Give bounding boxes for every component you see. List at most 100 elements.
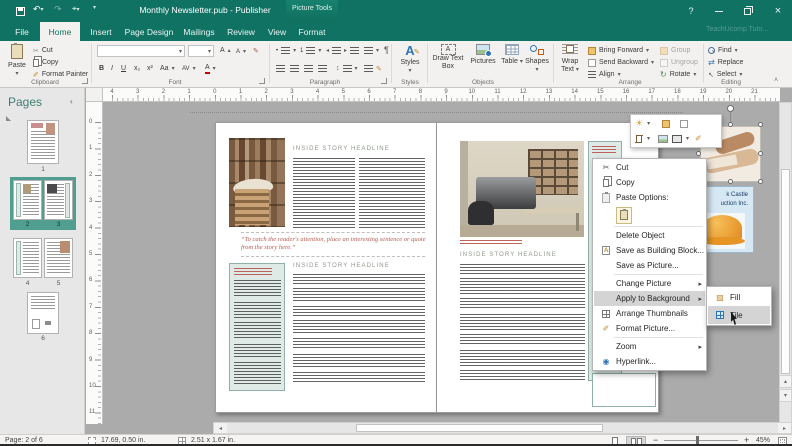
menu-item-save-as-building-block[interactable]: Save as Building Block... [594,243,705,258]
wrap-text-button[interactable]: Wrap Text ▾ [557,44,583,74]
subscript-button[interactable]: x₂ [134,63,140,74]
menu-item-delete-object[interactable]: Delete Object [594,228,705,243]
cut-button[interactable]: ✂ Cut [33,45,53,56]
bullets-button[interactable]: • ▾ [276,45,296,56]
justify-button[interactable] [318,63,327,74]
help-button[interactable]: ? [678,0,704,22]
selection-handle[interactable] [696,151,701,156]
picture-frame-icon[interactable] [672,134,683,143]
table-button[interactable]: Table ▾ [500,44,524,66]
chevron-down-icon[interactable]: ▾ [686,135,689,142]
bring-forward-button[interactable]: Bring Forward ▾ [588,45,649,56]
crop-icon[interactable] [635,134,643,143]
two-page-spread-view-button[interactable] [626,436,646,444]
menu-item-zoom[interactable]: Zoom ▸ [594,339,705,354]
change-picture-icon[interactable] [658,134,669,143]
menu-item-arrange-thumbnails[interactable]: Arrange Thumbnails [594,306,705,321]
object-position[interactable]: 17.69, 0.50 in. [101,437,145,444]
distribute-button[interactable]: ✎ [364,63,382,74]
scroll-left-icon[interactable]: ◂ [214,423,227,433]
page-thumbnail-2-3[interactable]: 2 3 [10,177,76,230]
send-backward-icon[interactable] [680,119,689,128]
styles-button[interactable]: A ✎ Styles ▾ [395,43,425,75]
paste-button[interactable]: Paste ▾ [4,43,30,78]
menu-item-apply-to-background[interactable]: Apply to Background ▸ [594,291,705,306]
draw-text-box-button[interactable]: A Draw Text Box [432,44,464,71]
rotate-handle[interactable] [727,105,734,112]
italic-button[interactable]: I [111,63,113,74]
shrink-font-button[interactable]: A ▾ [236,46,246,57]
bottom-text-box[interactable] [592,373,656,407]
chevron-down-icon[interactable]: ▾ [647,135,650,142]
close-button[interactable]: × [764,0,792,22]
numbering-button[interactable]: 1 ▾ [300,45,321,56]
tab-format[interactable]: Format [286,22,338,41]
vertical-ruler[interactable]: 0 1 2 3 4 5 6 7 8 9 10 11 [86,102,103,424]
tab-home[interactable]: Home [40,22,80,41]
tab-insert[interactable]: Insert [84,22,118,41]
qat-customize-button[interactable]: ▾ [93,4,96,11]
underline-button[interactable]: U [121,63,126,74]
shapes-button[interactable]: Shapes ▾ [524,44,550,74]
undo-button[interactable]: ↶ ▾ [33,4,44,15]
clipboard-dialog-launcher[interactable] [82,78,88,84]
corrections-icon[interactable]: ☀ [635,118,643,129]
selection-handle[interactable] [758,122,763,127]
clear-formatting-button[interactable]: ✎ [253,45,259,56]
selection-handle[interactable] [728,122,733,127]
zoom-slider-thumb[interactable] [696,436,699,444]
printer-photo[interactable] [460,141,584,237]
tab-page-design[interactable]: Page Design [122,22,176,41]
object-size[interactable]: 2.51 x 1.67 in. [191,437,235,444]
left-page[interactable]: INSIDE STORY HEADLINE “To catch the read… [215,122,437,413]
paste-option-button[interactable] [594,205,705,225]
bold-button[interactable]: B [99,63,104,74]
align-center-button[interactable] [290,63,299,74]
tab-review[interactable]: Review [222,22,260,41]
grow-font-button[interactable]: A ▴ [220,45,231,56]
zoom-in-button[interactable]: + [744,435,749,444]
save-icon[interactable] [14,5,27,17]
zoom-slider-track[interactable] [664,440,738,441]
chevron-down-icon[interactable]: ▾ [647,120,650,127]
font-size-combo[interactable]: ▾ [188,45,214,57]
group-button[interactable]: Group [660,45,690,56]
vertical-scrollbar-thumb[interactable] [781,169,790,374]
horizontal-scrollbar[interactable]: ◂ ▸ [213,422,792,434]
paragraph-dialog-launcher[interactable] [381,78,387,84]
restore-button[interactable] [734,0,760,22]
format-painter-icon[interactable]: ✐ [695,134,702,143]
superscript-button[interactable]: x² [147,63,153,74]
send-backward-button[interactable]: Send Backward ▾ [588,57,654,68]
decrease-indent-button[interactable]: ◂ [326,45,342,56]
ungroup-button[interactable]: Ungroup [660,57,698,68]
menu-item-save-as-picture[interactable]: Save as Picture... [594,258,705,273]
fit-page-icon[interactable] [778,437,787,444]
collapse-panel-icon[interactable]: ‹ [70,97,73,106]
pull-quote[interactable]: “To catch the reader's attention, place … [241,236,427,252]
menu-item-copy[interactable]: Copy [594,175,705,190]
submenu-item-fill[interactable]: ▨ Fill [708,288,770,306]
selection-handle[interactable] [758,179,763,184]
font-color-button[interactable]: A ▾ [205,63,216,74]
columns-button[interactable]: ▾ [364,45,379,56]
menu-item-hyperlink[interactable]: ◉ Hyperlink... [594,354,705,369]
align-right-button[interactable] [304,63,313,74]
menu-item-change-picture[interactable]: Change Picture ▸ [594,276,705,291]
find-button[interactable]: Find ▾ [708,45,738,56]
font-family-combo[interactable]: ▾ [97,45,185,57]
selection-handle[interactable] [728,179,733,184]
copy-button[interactable]: Copy [33,57,58,68]
menu-item-format-picture[interactable]: ✐ Format Picture... [594,321,705,336]
zoom-out-button[interactable]: − [653,435,658,444]
selection-handle[interactable] [758,151,763,156]
character-spacing-button[interactable]: AV ▾ [182,63,196,74]
redo-button[interactable]: ↷ [54,4,62,15]
font-dialog-launcher[interactable] [259,78,265,84]
page-thumbnail-4-5[interactable] [13,238,73,279]
line-spacing-button[interactable]: ↕ ▾ [336,63,358,74]
page-thumbnail-6[interactable] [27,292,59,334]
single-page-view-button[interactable] [606,436,624,444]
scroll-down-icon[interactable]: ▾ [779,389,792,402]
collapse-ribbon-button[interactable]: ˄ [774,77,778,84]
